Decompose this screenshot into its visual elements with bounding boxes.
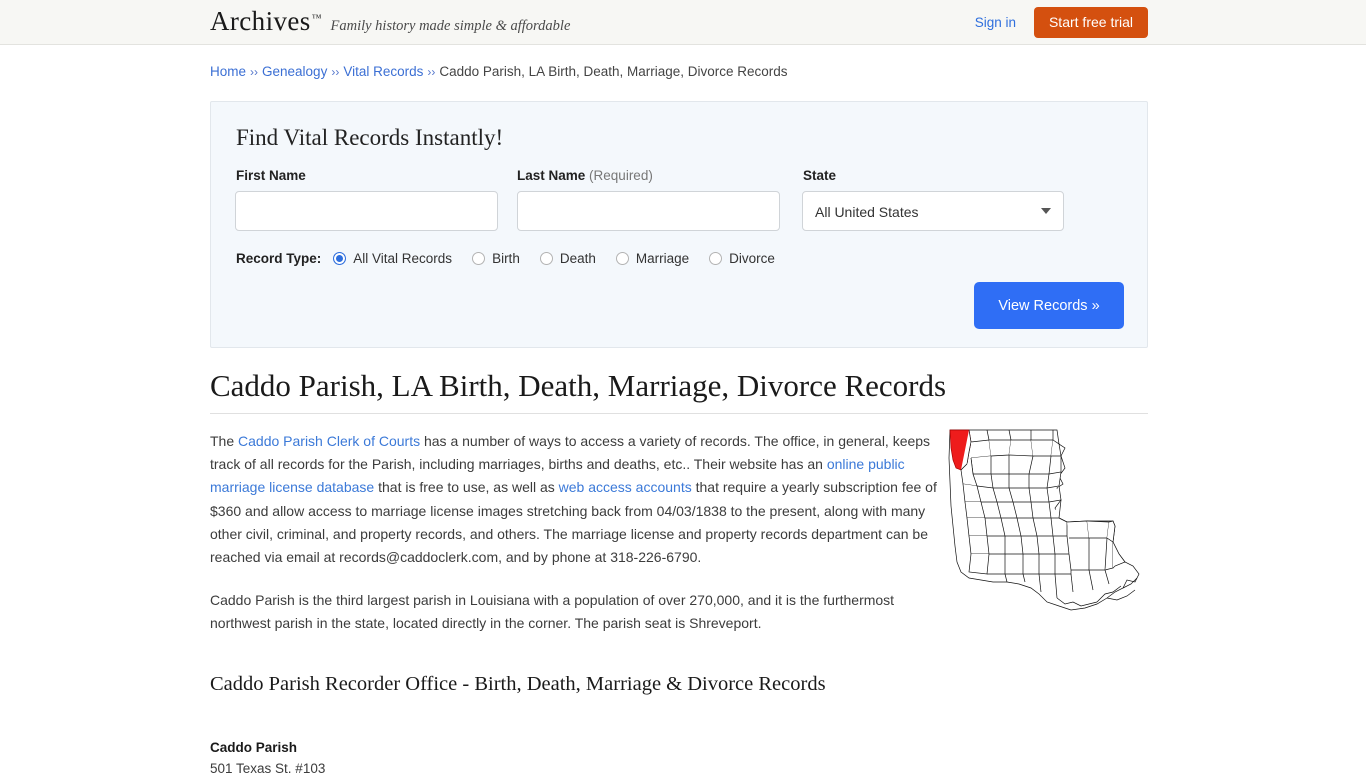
breadcrumb-item-current: Caddo Parish, LA Birth, Death, Marriage,… bbox=[439, 64, 788, 79]
header-actions: Sign in Start free trial bbox=[975, 0, 1148, 45]
breadcrumb-separator: ›› bbox=[250, 65, 259, 79]
brand-tagline: Family history made simple & affordable bbox=[330, 18, 571, 34]
chevron-down-icon bbox=[1041, 208, 1051, 214]
last-name-label: Last Name (Required) bbox=[517, 168, 653, 183]
brand-name: Archives bbox=[210, 6, 311, 36]
title-divider bbox=[210, 413, 1148, 414]
record-type-label-all: All Vital Records bbox=[353, 251, 453, 266]
para1-text-3: that is free to use, as well as bbox=[374, 479, 559, 496]
record-type-label-divorce: Divorce bbox=[729, 251, 775, 266]
record-type-option-divorce[interactable]: Divorce bbox=[709, 251, 775, 266]
breadcrumb-separator: ›› bbox=[331, 65, 340, 79]
last-name-required-note: (Required) bbox=[589, 168, 653, 183]
recorder-office-heading: Caddo Parish Recorder Office - Birth, De… bbox=[210, 673, 826, 695]
record-type-group: Record Type: All Vital Records Birth Dea… bbox=[236, 251, 795, 266]
vital-records-search-panel: Find Vital Records Instantly! First Name… bbox=[210, 101, 1148, 348]
map-svg bbox=[948, 429, 1140, 611]
last-name-label-text: Last Name bbox=[517, 168, 586, 183]
breadcrumb-item-vital-records[interactable]: Vital Records bbox=[343, 64, 423, 79]
para1-text-1: The bbox=[210, 433, 239, 449]
clerk-of-courts-link[interactable]: Caddo Parish Clerk of Courts bbox=[238, 433, 420, 449]
article-body: The Caddo Parish Clerk of Courts has a n… bbox=[210, 430, 940, 656]
start-free-trial-button[interactable]: Start free trial bbox=[1033, 7, 1148, 38]
record-type-label-marriage: Marriage bbox=[635, 251, 690, 266]
breadcrumb-item-genealogy[interactable]: Genealogy bbox=[262, 64, 327, 79]
radio-icon-all[interactable] bbox=[333, 252, 347, 265]
paragraph-1: The Caddo Parish Clerk of Courts has a n… bbox=[210, 430, 940, 569]
last-name-input[interactable] bbox=[517, 191, 780, 231]
record-type-option-marriage[interactable]: Marriage bbox=[615, 251, 690, 266]
site-logo[interactable]: Archives ™ Family history made simple & … bbox=[210, 8, 570, 35]
record-type-option-birth[interactable]: Birth bbox=[472, 251, 520, 266]
web-access-accounts-link[interactable]: web access accounts bbox=[559, 479, 692, 495]
state-select-value: All United States bbox=[815, 204, 919, 220]
breadcrumb: Home ›› Genealogy ›› Vital Records ›› Caddo Pa… bbox=[210, 64, 788, 79]
radio-icon-divorce[interactable] bbox=[709, 252, 723, 265]
trademark-icon: ™ bbox=[311, 13, 322, 24]
state-select[interactable]: All United States bbox=[802, 191, 1064, 231]
site-header: Archives ™ Family history made simple & … bbox=[0, 0, 1366, 45]
first-name-label: First Name bbox=[236, 168, 306, 183]
record-type-option-all[interactable]: All Vital Records bbox=[333, 251, 452, 266]
louisiana-parish-map-image bbox=[947, 422, 1149, 614]
search-panel-title: Find Vital Records Instantly! bbox=[236, 125, 504, 150]
page-title: Caddo Parish, LA Birth, Death, Marriage,… bbox=[210, 368, 947, 403]
record-type-option-death[interactable]: Death bbox=[539, 251, 596, 266]
breadcrumb-separator: ›› bbox=[427, 65, 436, 79]
view-records-button[interactable]: View Records » bbox=[974, 282, 1124, 329]
record-type-label-death: Death bbox=[559, 251, 596, 266]
breadcrumb-item-home[interactable]: Home bbox=[210, 64, 246, 79]
radio-icon-death[interactable] bbox=[539, 252, 553, 265]
office-address: Caddo Parish 501 Texas St. #103 bbox=[210, 737, 325, 779]
paragraph-2: Caddo Parish is the third largest parish… bbox=[210, 592, 895, 632]
record-type-label-birth: Birth bbox=[492, 251, 520, 266]
office-street: 501 Texas St. #103 bbox=[210, 761, 326, 776]
record-type-caption: Record Type: bbox=[236, 251, 322, 266]
state-label: State bbox=[803, 168, 837, 183]
office-name: Caddo Parish bbox=[210, 740, 298, 755]
sign-in-link[interactable]: Sign in bbox=[975, 15, 1016, 30]
first-name-input[interactable] bbox=[235, 191, 498, 231]
radio-icon-marriage[interactable] bbox=[615, 252, 629, 265]
radio-icon-birth[interactable] bbox=[472, 252, 486, 265]
